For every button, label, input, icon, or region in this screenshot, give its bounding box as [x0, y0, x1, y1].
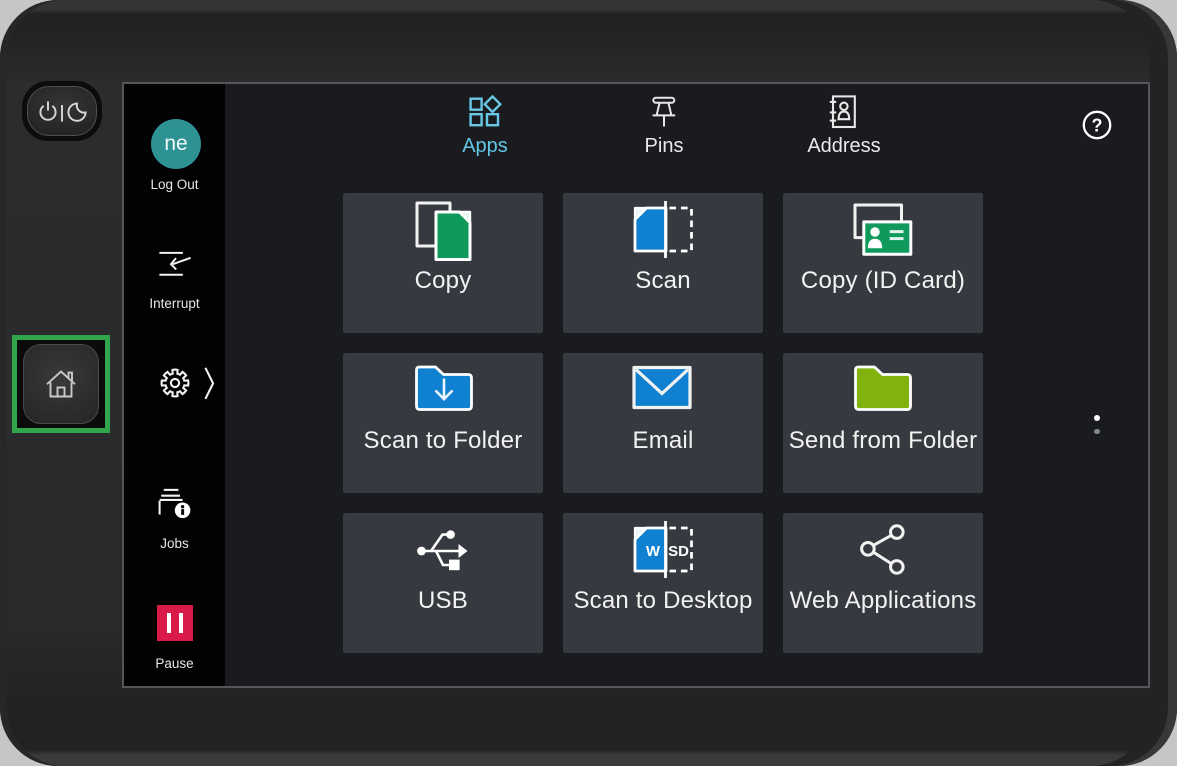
- svg-text:?: ?: [1092, 116, 1103, 136]
- svg-text:SD: SD: [668, 543, 689, 560]
- svg-text:W: W: [646, 543, 661, 560]
